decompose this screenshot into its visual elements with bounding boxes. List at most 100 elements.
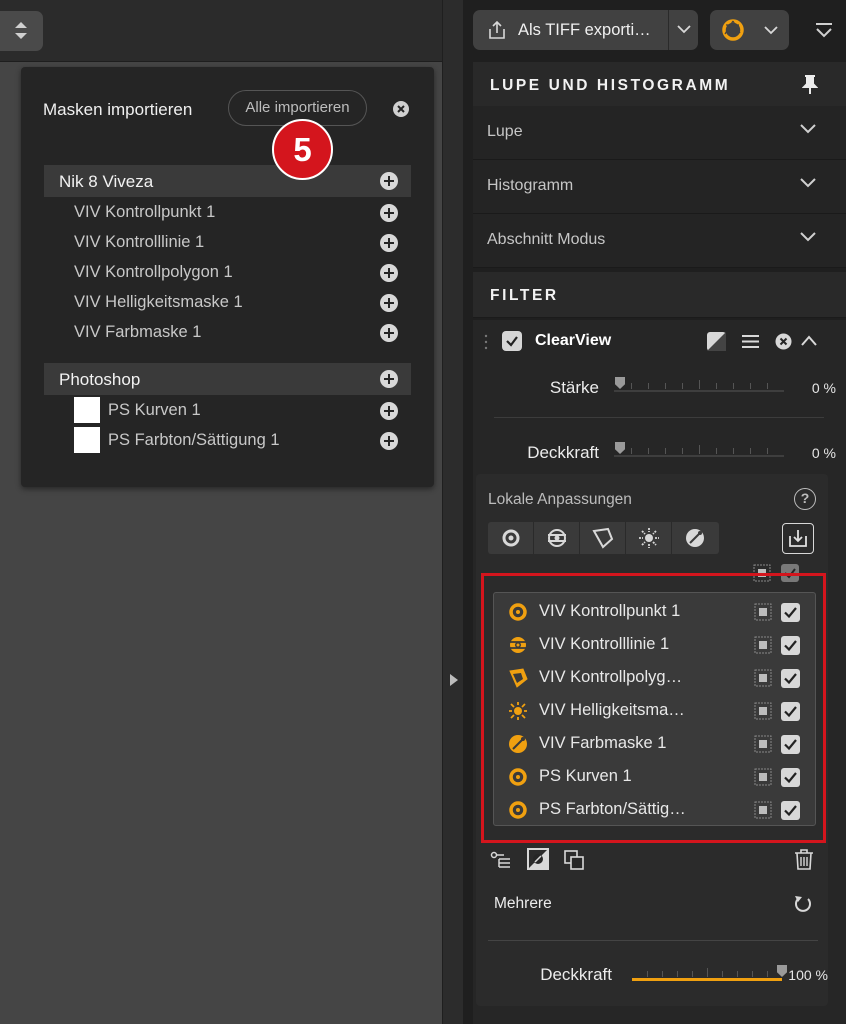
import-masks-button[interactable] [782,523,814,554]
staerke-value: 0 % [811,380,836,396]
add-icon[interactable] [380,234,398,252]
mask-preview-icon[interactable] [754,735,772,753]
mask-name: PS Farbton/Sättigung 1 [108,431,280,449]
staerke-slider[interactable] [614,377,784,392]
add-icon[interactable] [380,172,398,190]
mask-list-item[interactable]: PS Kurven 1 [494,760,815,793]
mask-label: PS Farbton/Sättig… [539,800,686,818]
export-dropdown[interactable] [668,10,698,50]
mask-list-item[interactable]: PS Farbton/Sättig… [494,793,815,826]
section-title: LUPE UND HISTOGRAMM [490,77,731,94]
help-icon[interactable]: ? [794,488,816,510]
mask-list-item[interactable]: VIV Helligkeitsma… [494,694,815,727]
row-label: Histogramm [487,177,574,194]
group-name: Nik 8 Viveza [59,172,154,191]
group-header-photoshop: Photoshop [44,363,411,395]
filter-enable-checkbox[interactable] [502,331,522,351]
mask-settings-icon[interactable] [490,849,512,871]
check-icon [784,673,797,685]
control-polygon-tool[interactable] [580,522,626,554]
color-mask-tool[interactable] [672,522,718,554]
close-icon[interactable] [393,101,409,117]
import-mask-row: PS Farbton/Sättigung 1 [44,426,411,456]
sort-button[interactable] [0,11,43,51]
trash-icon[interactable] [793,848,815,870]
add-icon[interactable] [380,294,398,312]
control-line-tool[interactable] [534,522,580,554]
import-mask-row: PS Kurven 1 [44,396,411,426]
chevron-down-icon [800,124,816,134]
mask-name: VIV Farbmaske 1 [74,323,202,341]
mask-list-item[interactable]: VIV Kontrollpolyg… [494,661,815,694]
mask-label: PS Kurven 1 [539,767,632,785]
export-button[interactable]: Als TIFF exporti… [473,10,698,50]
duplicate-icon[interactable] [563,849,585,871]
add-icon[interactable] [380,204,398,222]
control-point-icon [502,529,520,547]
panel-divider[interactable] [442,0,464,1024]
local-adjustments-title: Lokale Anpassungen [488,491,632,508]
invert-mask-icon[interactable] [527,848,549,870]
control-line-icon [548,529,566,547]
check-icon [784,739,797,751]
row-lupe[interactable]: Lupe [473,106,846,160]
pin-icon[interactable] [802,75,818,95]
mask-list-item[interactable]: VIV Farbmaske 1 [494,727,815,760]
mask-preview-icon[interactable] [754,768,772,786]
mask-enable-checkbox[interactable] [781,702,800,721]
section-header-lupe-histogramm[interactable]: LUPE UND HISTOGRAMM [473,62,846,108]
layer-thumbnail [74,427,100,453]
control-point-tool[interactable] [488,522,534,554]
mask-label: VIV Farbmaske 1 [539,734,667,752]
download-icon [789,530,807,547]
divider [494,417,824,418]
reset-icon[interactable] [793,894,813,914]
section-title: FILTER [490,287,559,304]
add-icon[interactable] [380,264,398,282]
deckkraft-slider[interactable] [614,442,784,457]
local-deckkraft-slider[interactable] [632,965,787,981]
luminosity-mask-tool[interactable] [626,522,672,554]
drag-handle-icon[interactable] [484,334,488,350]
chevron-down-icon [764,26,778,35]
mask-enable-checkbox[interactable] [781,636,800,655]
mask-preview-icon[interactable] [754,603,772,621]
mask-enable-checkbox[interactable] [781,669,800,688]
add-icon[interactable] [380,402,398,420]
chevron-up-icon[interactable] [801,334,817,348]
menu-icon[interactable] [741,334,760,349]
color-mask-icon [509,735,527,753]
mask-name: VIV Kontrollpolygon 1 [74,263,233,281]
row-histogramm[interactable]: Histogramm [473,160,846,214]
mask-preview-icon[interactable] [754,669,772,687]
control-line-icon [509,637,527,653]
deckkraft-label: Deckkraft [527,443,599,462]
mask-enable-checkbox[interactable] [781,735,800,754]
luminosity-mask-icon [509,702,527,720]
mask-preview-icon[interactable] [754,702,772,720]
mask-list-item[interactable]: VIV Kontrollpunkt 1 [494,595,815,628]
filter-mask-icon[interactable] [706,331,727,352]
app-switch-button[interactable] [710,10,789,50]
divider [488,940,818,941]
remove-filter-icon[interactable] [775,333,792,350]
add-icon[interactable] [380,432,398,450]
add-icon[interactable] [380,324,398,342]
import-mask-row: VIV Farbmaske 1 [44,318,411,348]
mask-name: VIV Kontrollpunkt 1 [74,203,216,221]
panel-menu-icon[interactable] [813,21,835,41]
mask-preview-icon[interactable] [754,636,772,654]
row-label: Lupe [487,123,523,140]
section-header-filter[interactable]: FILTER [473,272,846,318]
color-mask-icon [686,529,704,547]
add-icon[interactable] [380,370,398,388]
mask-enable-checkbox[interactable] [781,603,800,622]
mask-enable-checkbox[interactable] [781,801,800,820]
expand-arrow-icon[interactable] [450,674,458,686]
export-label: Als TIFF exporti… [518,21,651,39]
mask-list-item[interactable]: VIV Kontrolllinie 1 [494,628,815,661]
mask-preview-icon[interactable] [754,801,772,819]
row-abschnitt-modus[interactable]: Abschnitt Modus [473,214,846,268]
mask-enable-checkbox[interactable] [781,768,800,787]
import-mask-row: VIV Kontrollpunkt 1 [44,198,411,228]
